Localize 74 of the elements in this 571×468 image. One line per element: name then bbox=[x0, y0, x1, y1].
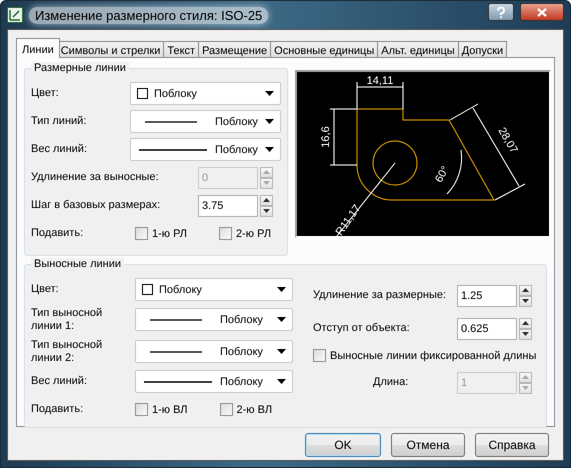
caret-icon bbox=[265, 119, 274, 124]
caret-icon bbox=[277, 287, 286, 292]
help-icon bbox=[497, 6, 505, 18]
spin-up-button[interactable] bbox=[260, 194, 273, 206]
line-sample-icon bbox=[136, 148, 209, 152]
up-arrow-icon bbox=[263, 170, 270, 174]
field-label: Тип выносной линии 1: bbox=[31, 306, 104, 332]
window-title: Изменение размерного стиля: ISO-25 bbox=[29, 6, 268, 24]
tab[interactable]: Линии bbox=[16, 38, 60, 58]
linetype-dropdown[interactable]: Поблоку bbox=[130, 110, 281, 133]
number-field[interactable]: 3.75 bbox=[198, 194, 258, 216]
checkbox[interactable]: Выносные линии фиксированной длины bbox=[313, 349, 536, 362]
help-button[interactable] bbox=[488, 3, 514, 21]
app-icon bbox=[7, 7, 23, 23]
linetype-dropdown[interactable]: Поблоку bbox=[135, 340, 293, 363]
field-label: Отступ от объекта: bbox=[313, 322, 411, 335]
field-label: Цвет: bbox=[31, 87, 60, 100]
spin-down-button[interactable] bbox=[519, 296, 532, 306]
dimension-text: 60° bbox=[433, 164, 452, 185]
close-icon bbox=[537, 8, 547, 16]
caret-icon bbox=[277, 317, 286, 322]
number-field[interactable]: 1.25 bbox=[457, 284, 517, 306]
down-arrow-icon bbox=[263, 181, 270, 185]
spin-up-button[interactable] bbox=[519, 284, 532, 296]
caret-icon bbox=[277, 379, 286, 384]
line-sample-icon bbox=[142, 380, 214, 384]
checkbox[interactable]: 2-ю ВЛ bbox=[220, 403, 272, 416]
field-label: Удлинение за выносные: bbox=[31, 171, 160, 184]
field-label: Цвет: bbox=[31, 283, 60, 296]
caret-icon bbox=[277, 349, 286, 354]
down-arrow-icon bbox=[522, 299, 529, 303]
color-dropdown[interactable]: Поблоку bbox=[130, 82, 281, 105]
field-label: Вес линий: bbox=[31, 143, 88, 156]
color-dropdown[interactable]: Поблоку bbox=[135, 278, 293, 301]
group-title: Выносные линии bbox=[31, 258, 124, 270]
up-arrow-icon bbox=[522, 375, 529, 379]
tab[interactable]: Размещение bbox=[198, 41, 272, 58]
lineweight-dropdown[interactable]: Поблоку bbox=[130, 138, 281, 161]
down-arrow-icon bbox=[263, 209, 270, 213]
group-title: Размерные линии bbox=[31, 62, 129, 74]
up-arrow-icon bbox=[263, 198, 270, 202]
linetype-dropdown[interactable]: Поблоку bbox=[135, 308, 293, 331]
field-label: Тип линий: bbox=[31, 115, 88, 128]
field-label: Подавить: bbox=[31, 403, 84, 416]
caret-icon bbox=[265, 91, 274, 96]
dimension-text: 16,6 bbox=[320, 126, 332, 148]
lineweight-dropdown[interactable]: Поблоку bbox=[135, 370, 293, 393]
spin-up-button[interactable] bbox=[519, 318, 532, 328]
up-arrow-icon bbox=[522, 288, 529, 292]
down-arrow-icon bbox=[522, 386, 529, 390]
tab[interactable]: Основные единицы bbox=[270, 41, 378, 58]
field-label: Вес линий: bbox=[31, 375, 88, 388]
spin-down-button[interactable] bbox=[519, 328, 532, 340]
close-button[interactable] bbox=[520, 3, 564, 21]
tab[interactable]: Допуски bbox=[458, 41, 508, 58]
tab[interactable]: Текст bbox=[163, 41, 200, 58]
dialog-button[interactable]: OK bbox=[305, 433, 381, 457]
field-label: Тип выносной линии 2: bbox=[31, 338, 104, 364]
checkbox[interactable]: 1-ю РЛ bbox=[135, 227, 188, 240]
number-field[interactable]: 0.625 bbox=[457, 318, 517, 340]
caret-icon bbox=[265, 147, 274, 152]
field-label: Длина: bbox=[373, 376, 410, 389]
down-arrow-icon bbox=[522, 332, 529, 336]
dimension-text: 14,11 bbox=[366, 75, 394, 87]
up-arrow-icon bbox=[522, 321, 529, 325]
dialog-button[interactable]: Отмена bbox=[391, 433, 465, 457]
field-label: Подавить: bbox=[31, 227, 84, 240]
dialog-button[interactable]: Справка bbox=[475, 433, 549, 457]
checkbox[interactable]: 2-ю РЛ bbox=[219, 227, 272, 240]
tab[interactable]: Альт. единицы bbox=[377, 41, 459, 58]
spin-down-button[interactable] bbox=[260, 206, 273, 216]
checkbox[interactable]: 1-ю ВЛ bbox=[135, 403, 188, 416]
field-label: Шаг в базовых размерах: bbox=[31, 199, 162, 212]
field-label: Удлинение за размерные: bbox=[313, 289, 448, 302]
